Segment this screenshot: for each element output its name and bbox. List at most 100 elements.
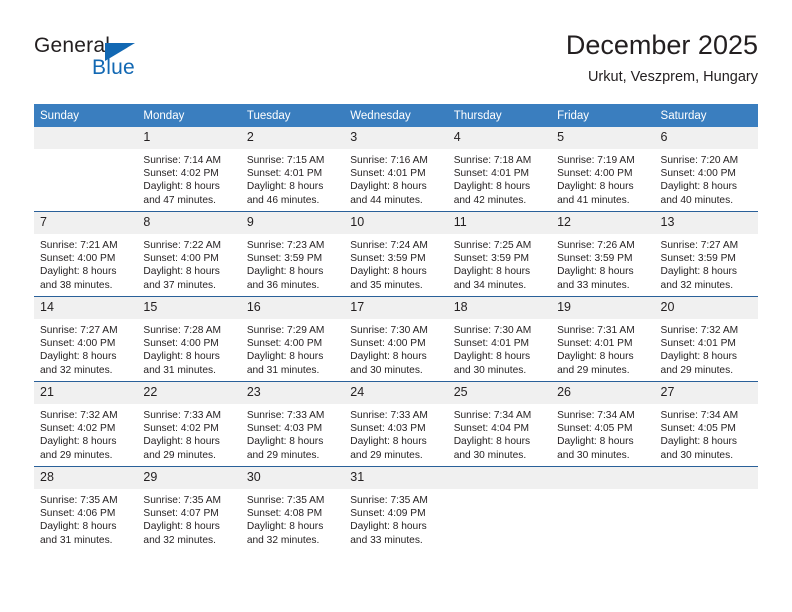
calendar-cell[interactable]: 15 Sunrise: 7:28 AM Sunset: 4:00 PM Dayligh… <box>137 296 241 382</box>
general-blue-logo[interactable]: General Blue <box>34 34 214 90</box>
day-details: Sunrise: 7:27 AM Sunset: 3:59 PM Daylight:… <box>655 234 758 292</box>
daylight-text-line1: Daylight: 8 hours <box>246 181 324 193</box>
calendar-cell[interactable]: 21 Sunrise: 7:32 AM Sunset: 4:02 PM Dayligh… <box>34 381 138 467</box>
calendar-cell[interactable]: 25 Sunrise: 7:34 AM Sunset: 4:04 PM Dayligh… <box>447 381 552 467</box>
day-number: 5 <box>551 127 655 149</box>
calendar-cell[interactable]: 27 Sunrise: 7:34 AM Sunset: 4:05 PM Dayligh… <box>654 381 758 467</box>
calendar-cell[interactable]: 8 Sunrise: 7:22 AM Sunset: 4:00 PM Daylight… <box>137 211 241 297</box>
calendar-cell[interactable]: 2 Sunrise: 7:15 AM Sunset: 4:01 PM Daylight… <box>240 127 345 212</box>
sunrise-text: Sunrise: 7:30 AM <box>350 325 428 336</box>
sunrise-text: Sunrise: 7:32 AM <box>40 410 118 421</box>
calendar-cell[interactable]: 23 Sunrise: 7:33 AM Sunset: 4:03 PM Dayligh… <box>240 381 345 467</box>
calendar-cell[interactable]: 18 Sunrise: 7:30 AM Sunset: 4:01 PM Dayligh… <box>447 296 552 382</box>
calendar-cell[interactable]: 24 Sunrise: 7:33 AM Sunset: 4:03 PM Dayligh… <box>344 381 448 467</box>
sunrise-text: Sunrise: 7:30 AM <box>453 325 532 336</box>
daylight-text-line2: and 31 minutes. <box>143 364 216 376</box>
sunset-text: Sunset: 4:04 PM <box>453 423 530 435</box>
daylight-text-line1: Daylight: 8 hours <box>40 351 117 363</box>
calendar-cell[interactable]: 4 Sunrise: 7:18 AM Sunset: 4:01 PM Daylight… <box>447 127 552 212</box>
calendar-cell[interactable]: 10 Sunrise: 7:24 AM Sunset: 3:59 PM Dayligh… <box>344 211 448 297</box>
day-number: 26 <box>551 382 655 404</box>
daylight-text-line1: Daylight: 8 hours <box>453 436 531 448</box>
calendar-cell[interactable]: 26 Sunrise: 7:34 AM Sunset: 4:05 PM Dayligh… <box>551 381 655 467</box>
sunset-text: Sunset: 4:02 PM <box>143 423 219 435</box>
calendar-cell[interactable]: 1 Sunrise: 7:14 AM Sunset: 4:02 PM Daylight… <box>137 127 241 212</box>
sunset-text: Sunset: 4:06 PM <box>40 508 116 520</box>
day-details: Sunrise: 7:21 AM Sunset: 4:00 PM Daylight:… <box>34 234 137 292</box>
calendar-week-row: 7 Sunrise: 7:21 AM Sunset: 4:00 PM Daylight… <box>34 211 758 297</box>
day-number <box>447 467 552 489</box>
calendar-cell[interactable]: 22 Sunrise: 7:33 AM Sunset: 4:02 PM Dayligh… <box>137 381 241 467</box>
sunset-text: Sunset: 4:05 PM <box>557 423 633 435</box>
calendar-cell[interactable]: 16 Sunrise: 7:29 AM Sunset: 4:00 PM Dayligh… <box>240 296 345 382</box>
calendar-cell[interactable]: 28 Sunrise: 7:35 AM Sunset: 4:06 PM Dayligh… <box>34 466 138 551</box>
sunrise-text: Sunrise: 7:27 AM <box>40 325 118 336</box>
day-number: 9 <box>240 212 345 234</box>
calendar-cell[interactable]: 13 Sunrise: 7:27 AM Sunset: 3:59 PM Dayligh… <box>654 211 758 297</box>
daylight-text-line2: and 30 minutes. <box>557 449 630 461</box>
calendar-cell[interactable] <box>654 466 758 551</box>
day-number: 7 <box>34 212 138 234</box>
calendar-cell[interactable]: 11 Sunrise: 7:25 AM Sunset: 3:59 PM Dayligh… <box>447 211 552 297</box>
sunset-text: Sunset: 3:59 PM <box>350 253 426 265</box>
daylight-text-line2: and 29 minutes. <box>246 449 320 461</box>
daylight-text-line1: Daylight: 8 hours <box>246 351 324 363</box>
sunset-text: Sunset: 4:01 PM <box>557 338 633 350</box>
calendar-cell[interactable]: 5 Sunrise: 7:19 AM Sunset: 4:00 PM Daylight… <box>551 127 655 212</box>
calendar-cell[interactable]: 14 Sunrise: 7:27 AM Sunset: 4:00 PM Dayligh… <box>34 296 138 382</box>
sunrise-text: Sunrise: 7:20 AM <box>660 155 739 166</box>
calendar-cell[interactable]: 9 Sunrise: 7:23 AM Sunset: 3:59 PM Daylight… <box>240 211 345 297</box>
daylight-text-line1: Daylight: 8 hours <box>40 436 117 448</box>
day-details: Sunrise: 7:30 AM Sunset: 4:00 PM Daylight:… <box>344 319 447 377</box>
daylight-text-line2: and 44 minutes. <box>350 194 423 206</box>
calendar-cell[interactable]: 6 Sunrise: 7:20 AM Sunset: 4:00 PM Daylight… <box>654 127 758 212</box>
daylight-text-line2: and 42 minutes. <box>453 194 527 206</box>
daylight-text-line2: and 29 minutes. <box>350 449 423 461</box>
daylight-text-line2: and 32 minutes. <box>40 364 113 376</box>
calendar-week-row: 28 Sunrise: 7:35 AM Sunset: 4:06 PM Dayligh… <box>34 466 758 551</box>
calendar-cell[interactable]: 19 Sunrise: 7:31 AM Sunset: 4:01 PM Dayligh… <box>551 296 655 382</box>
daylight-text-line2: and 29 minutes. <box>143 449 216 461</box>
weekday-header-friday: Friday <box>551 104 655 127</box>
daylight-text-line1: Daylight: 8 hours <box>246 266 324 278</box>
sunrise-text: Sunrise: 7:14 AM <box>143 155 222 166</box>
day-number: 1 <box>137 127 241 149</box>
daylight-text-line2: and 31 minutes. <box>246 364 320 376</box>
page-title: December 2025 <box>565 30 758 60</box>
calendar-cell[interactable]: 3 Sunrise: 7:16 AM Sunset: 4:01 PM Daylight… <box>344 127 448 212</box>
sunset-text: Sunset: 4:00 PM <box>246 338 323 350</box>
calendar-cell[interactable]: 30 Sunrise: 7:35 AM Sunset: 4:08 PM Dayligh… <box>240 466 345 551</box>
calendar-cell[interactable]: 17 Sunrise: 7:30 AM Sunset: 4:00 PM Dayligh… <box>344 296 448 382</box>
calendar-cell[interactable]: 31 Sunrise: 7:35 AM Sunset: 4:09 PM Dayligh… <box>344 466 448 551</box>
sunrise-text: Sunrise: 7:15 AM <box>246 155 325 166</box>
weekday-header-row: Sunday Monday Tuesday Wednesday Thursday… <box>34 104 758 127</box>
sunset-text: Sunset: 3:59 PM <box>246 253 323 265</box>
daylight-text-line1: Daylight: 8 hours <box>557 266 634 278</box>
daylight-text-line2: and 29 minutes. <box>40 449 113 461</box>
daylight-text-line1: Daylight: 8 hours <box>350 351 427 363</box>
calendar-cell[interactable]: 20 Sunrise: 7:32 AM Sunset: 4:01 PM Dayligh… <box>654 296 758 382</box>
calendar-cell[interactable] <box>447 466 552 551</box>
logo-word-general: General <box>34 34 111 57</box>
calendar-week-row: 14 Sunrise: 7:27 AM Sunset: 4:00 PM Dayligh… <box>34 296 758 382</box>
day-number: 11 <box>447 212 552 234</box>
sunrise-text: Sunrise: 7:35 AM <box>143 495 222 506</box>
calendar-cell[interactable] <box>551 466 655 551</box>
sunset-text: Sunset: 3:59 PM <box>453 253 530 265</box>
page-subtitle: Urkut, Veszprem, Hungary <box>587 69 758 85</box>
day-details: Sunrise: 7:33 AM Sunset: 4:02 PM Daylight:… <box>137 404 240 462</box>
calendar-cell[interactable]: 12 Sunrise: 7:26 AM Sunset: 3:59 PM Dayligh… <box>551 211 655 297</box>
calendar-cell[interactable] <box>34 127 138 212</box>
sunset-text: Sunset: 4:01 PM <box>453 168 530 180</box>
sunrise-text: Sunrise: 7:23 AM <box>246 240 325 251</box>
sunset-text: Sunset: 4:00 PM <box>143 338 219 350</box>
sunset-text: Sunset: 4:02 PM <box>40 423 116 435</box>
sunrise-text: Sunrise: 7:33 AM <box>143 410 222 421</box>
day-details <box>655 489 758 494</box>
day-details: Sunrise: 7:35 AM Sunset: 4:08 PM Daylight:… <box>241 489 344 547</box>
logo-word-blue: Blue <box>92 56 135 79</box>
calendar-cell[interactable]: 7 Sunrise: 7:21 AM Sunset: 4:00 PM Daylight… <box>34 211 138 297</box>
calendar-cell[interactable]: 29 Sunrise: 7:35 AM Sunset: 4:07 PM Dayligh… <box>137 466 241 551</box>
sunrise-text: Sunrise: 7:35 AM <box>40 495 118 506</box>
day-number: 22 <box>137 382 241 404</box>
